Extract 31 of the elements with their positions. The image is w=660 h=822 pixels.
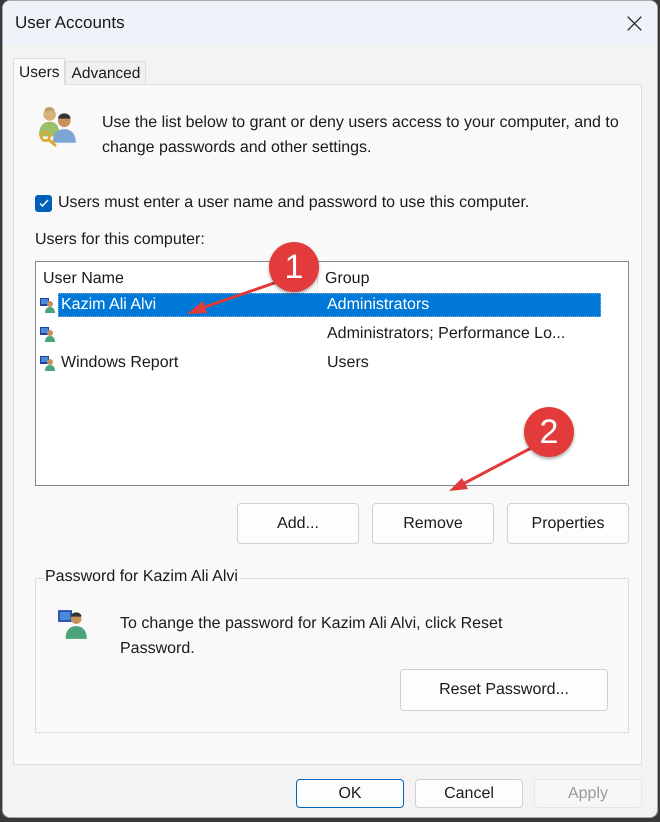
user-row[interactable]: Kazim Ali Alvi Administrators bbox=[58, 292, 601, 316]
dialog-button[interactable]: OK bbox=[296, 779, 404, 808]
column-header[interactable]: User Name bbox=[43, 270, 124, 287]
user-name: Windows Report bbox=[61, 354, 178, 370]
list-button[interactable]: Remove bbox=[372, 503, 494, 544]
window-title: User Accounts bbox=[15, 13, 125, 33]
list-button[interactable]: Add... bbox=[237, 503, 359, 544]
reset-password-button[interactable]: Reset Password... bbox=[400, 669, 608, 711]
user-row[interactable]: Administrators; Performance Lo... bbox=[58, 322, 601, 346]
instruction-text: Use the list below to grant or deny users access to your computer, and to change passwords and other settings. bbox=[102, 113, 620, 158]
user-name: Kazim Ali Alvi bbox=[61, 296, 156, 312]
user-computer-icon bbox=[40, 326, 56, 342]
user-row[interactable]: Windows Report Users bbox=[58, 350, 601, 374]
column-header[interactable]: Group bbox=[325, 270, 370, 287]
check-icon bbox=[38, 197, 50, 209]
tab[interactable]: Advanced bbox=[65, 61, 146, 84]
list-button[interactable]: Properties bbox=[507, 503, 629, 544]
user-computer-icon bbox=[40, 354, 56, 370]
user-group: Administrators; Performance Lo... bbox=[327, 324, 566, 342]
list-label: Users for this computer: bbox=[35, 231, 206, 249]
checkbox-label: Users must enter a user name and password to use this computer. bbox=[58, 194, 530, 212]
tab[interactable]: Users bbox=[13, 58, 66, 85]
close-icon[interactable] bbox=[626, 14, 643, 32]
password-instruction: To change the password for Kazim Ali Alvi, click Reset Password. bbox=[120, 614, 504, 659]
checkbox[interactable] bbox=[35, 194, 52, 212]
user-computer-icon bbox=[56, 607, 90, 641]
user-group: Users bbox=[327, 354, 369, 372]
dialog-button[interactable]: Cancel bbox=[415, 779, 523, 808]
users-key-icon bbox=[37, 105, 79, 147]
user-computer-icon bbox=[40, 296, 56, 312]
user-group: Administrators bbox=[327, 296, 430, 314]
